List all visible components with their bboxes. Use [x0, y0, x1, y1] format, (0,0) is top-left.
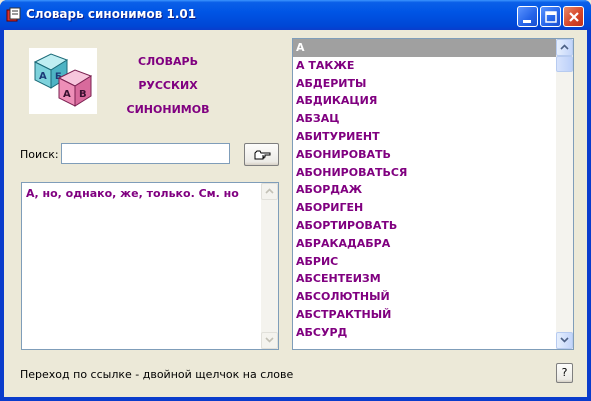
logo-line-1: СЛОВАРЬ: [138, 55, 198, 68]
help-button[interactable]: ?: [556, 363, 573, 383]
list-item[interactable]: АБСТРАКТНЫЙ: [293, 306, 557, 324]
list-item[interactable]: АБОРТИРОВАТЬ: [293, 217, 557, 235]
svg-text:В: В: [79, 89, 87, 100]
list-item[interactable]: АБОРИГЕН: [293, 199, 557, 217]
maximize-button[interactable]: [540, 6, 561, 27]
list-item[interactable]: АБРАКАДАБРА: [293, 235, 557, 253]
definition-panel[interactable]: А, но, однако, же, только. См. но: [21, 182, 279, 350]
list-item[interactable]: АБОНИРОВАТЬСЯ: [293, 164, 557, 182]
search-label: Поиск:: [20, 148, 59, 161]
scroll-up-button[interactable]: [261, 183, 278, 200]
chevron-down-icon: [265, 337, 274, 343]
search-button[interactable]: [244, 143, 279, 166]
word-list-scrollbar[interactable]: [556, 39, 573, 349]
list-item[interactable]: АБРИС: [293, 253, 557, 271]
word-list-items: АА ТАКЖЕ АБДЕРИТЫ АБДИКАЦИЯ АБЗАЦ АБИТУРИЕНТ…: [293, 39, 557, 342]
list-item[interactable]: АБЗАЦ: [293, 110, 557, 128]
abc-blocks-icon: A Б A В: [29, 48, 97, 114]
search-input[interactable]: [61, 143, 230, 164]
minimize-icon: [523, 20, 531, 23]
list-item[interactable]: АБДИКАЦИЯ: [293, 92, 557, 110]
list-item[interactable]: АБСОЛЮТНЫЙ: [293, 288, 557, 306]
logo-line-3: СИНОНИМОВ: [126, 103, 210, 116]
window-client-area: A Б A В СЛОВАРЬ РУССКИХ СИНОНИМОВ Поиск:…: [4, 30, 587, 397]
list-item[interactable]: АБСУРД: [293, 324, 557, 342]
scroll-thumb[interactable]: [556, 56, 573, 72]
svg-text:A: A: [63, 89, 71, 100]
app-window: Словарь синонимов 1.01 A Б A В СЛОВАРЬ Р…: [0, 0, 591, 401]
definition-scrollbar[interactable]: [261, 183, 278, 349]
close-button[interactable]: [563, 6, 584, 27]
maximize-icon: [545, 11, 557, 23]
list-item[interactable]: АБСЕНТЕИЗМ: [293, 270, 557, 288]
book-icon: [6, 7, 22, 23]
chevron-down-icon: [560, 337, 569, 343]
list-item[interactable]: АБОРДАЖ: [293, 181, 557, 199]
list-item[interactable]: А: [293, 39, 557, 57]
scroll-up-button[interactable]: [556, 39, 573, 56]
window-title: Словарь синонимов 1.01: [26, 7, 197, 21]
pointing-hand-icon: [254, 150, 271, 160]
status-hint: Переход по ссылке - двойной щелчок на сл…: [20, 368, 294, 381]
word-list[interactable]: АА ТАКЖЕ АБДЕРИТЫ АБДИКАЦИЯ АБЗАЦ АБИТУРИЕНТ…: [292, 38, 574, 350]
definition-text: А, но, однако, же, только. См. но: [26, 187, 239, 200]
minimize-button[interactable]: [517, 6, 538, 27]
svg-text:A: A: [39, 71, 47, 82]
scroll-down-button[interactable]: [556, 332, 573, 349]
list-item[interactable]: АБИТУРИЕНТ: [293, 128, 557, 146]
list-item[interactable]: АБДЕРИТЫ: [293, 75, 557, 93]
title-bar[interactable]: Словарь синонимов 1.01: [0, 0, 591, 30]
logo-line-2: РУССКИХ: [138, 79, 198, 92]
list-item[interactable]: АБОНИРОВАТЬ: [293, 146, 557, 164]
scroll-down-button[interactable]: [261, 332, 278, 349]
chevron-up-icon: [265, 188, 274, 194]
close-icon: [569, 12, 579, 22]
list-item[interactable]: А ТАКЖЕ: [293, 57, 557, 75]
chevron-up-icon: [560, 44, 569, 50]
